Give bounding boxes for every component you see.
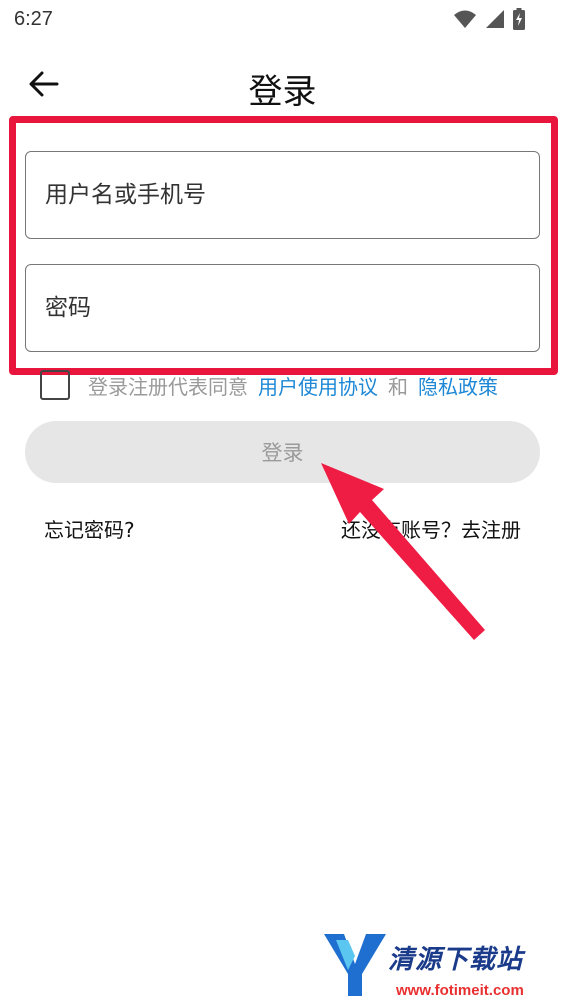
terms-link[interactable]: 用户使用协议	[258, 371, 378, 400]
status-time: 6:27	[14, 8, 53, 30]
watermark-title: 清源下载站	[388, 945, 524, 975]
agreement-checkbox[interactable]	[40, 370, 70, 400]
watermark: 清源下载站 www.fotimeit.com	[322, 925, 542, 1004]
signal-icon	[486, 10, 504, 28]
wifi-icon	[454, 10, 476, 28]
page-title: 登录	[248, 72, 317, 112]
agreement-and: 和	[388, 374, 408, 399]
forgot-password-link[interactable]: 忘记密码?	[44, 514, 135, 543]
status-bar: 6:27	[0, 0, 565, 38]
battery-charging-icon	[513, 8, 525, 30]
agreement-text: 登录注册代表同意	[88, 374, 248, 399]
register-link[interactable]: 还没有账号？去注册	[341, 514, 521, 543]
status-icons	[453, 8, 525, 30]
login-button[interactable]: 登录	[25, 421, 540, 483]
privacy-link[interactable]: 隐私政策	[418, 371, 498, 400]
watermark-logo-icon	[324, 934, 386, 996]
highlight-annotation-box	[9, 116, 558, 375]
header: 登录	[0, 56, 565, 112]
watermark-url: www.fotimeit.com	[396, 982, 524, 999]
agreement-row: 登录注册代表同意 用户使用协议 和 隐私政策	[40, 368, 498, 402]
